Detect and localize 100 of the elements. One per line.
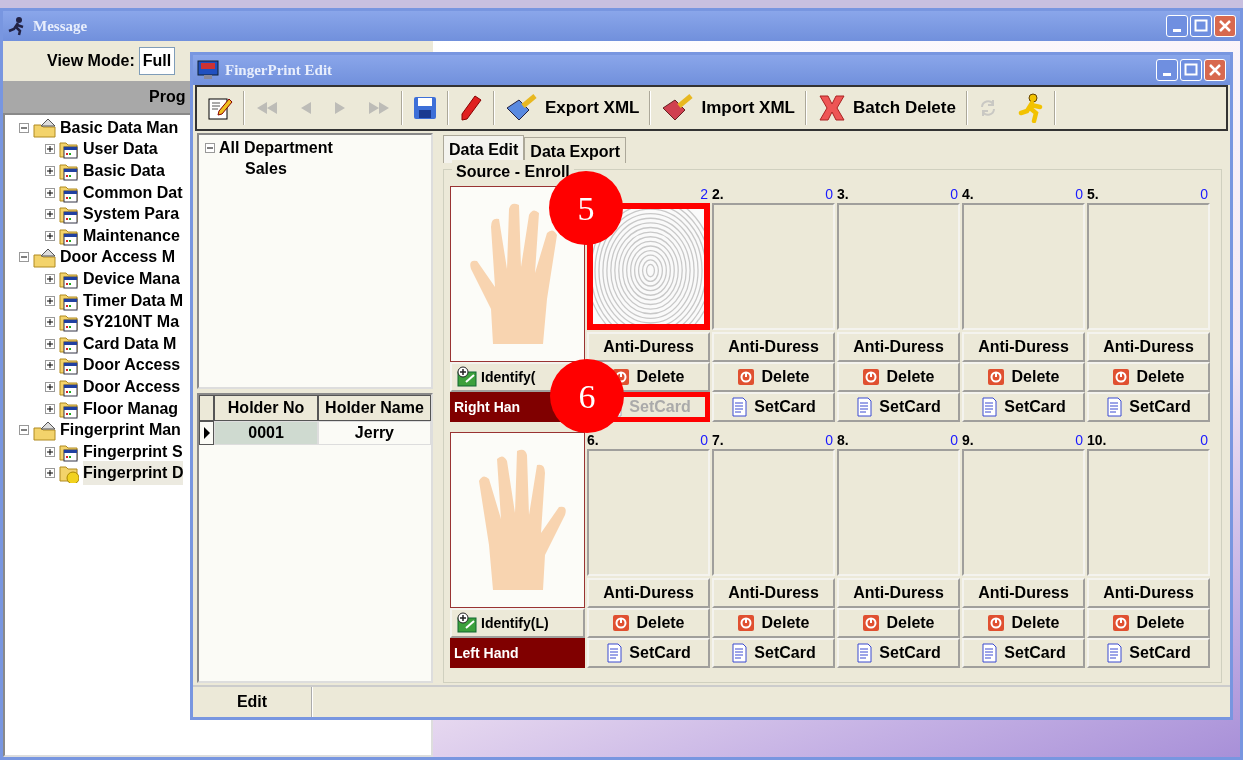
minimize-icon: [1163, 72, 1171, 76]
delete-button[interactable]: Delete: [587, 608, 710, 638]
enroll-count: 0: [825, 432, 833, 449]
anti-duress-button[interactable]: Anti-Duress: [587, 332, 710, 362]
maximize-button[interactable]: [1190, 15, 1212, 37]
anti-duress-button[interactable]: Anti-Duress: [1087, 578, 1210, 608]
delete-button[interactable]: Delete: [837, 362, 960, 392]
anti-duress-button[interactable]: Anti-Duress: [712, 578, 835, 608]
folder-icon: [33, 117, 56, 139]
identify-icon: [456, 366, 478, 388]
anti-duress-button[interactable]: Anti-Duress: [962, 578, 1085, 608]
expand-icon[interactable]: [45, 295, 55, 306]
expand-icon[interactable]: [45, 403, 55, 414]
enroll-count: 0: [1075, 432, 1083, 449]
collapse-icon[interactable]: [19, 122, 29, 133]
tab[interactable]: Data Edit: [443, 135, 525, 163]
tree-item[interactable]: Basic Data: [83, 159, 165, 183]
expand-icon[interactable]: [45, 209, 55, 220]
tab[interactable]: Data Export: [524, 137, 627, 163]
setcard-button[interactable]: SetCard: [587, 638, 710, 668]
expand-icon[interactable]: [45, 230, 55, 241]
collapse-icon[interactable]: [205, 142, 215, 153]
toolbar-button[interactable]: Export XML: [495, 87, 650, 129]
toolbar-button[interactable]: Import XML: [651, 87, 805, 129]
tree-item[interactable]: Basic Data Man: [60, 115, 179, 140]
field-label: View Mode:: [47, 51, 135, 71]
folder-icon: [59, 139, 79, 160]
anti-duress-button[interactable]: Anti-Duress: [1087, 332, 1210, 362]
setcard-button[interactable]: SetCard: [837, 392, 960, 422]
monitor-icon: [197, 60, 219, 80]
setcard-button[interactable]: SetCard: [1087, 392, 1210, 422]
delete-button[interactable]: Delete: [962, 608, 1085, 638]
anti-duress-button[interactable]: Anti-Duress: [837, 578, 960, 608]
tree-item[interactable]: User Data: [83, 137, 158, 162]
delete-button[interactable]: Delete: [962, 362, 1085, 392]
delete-button[interactable]: Delete: [1087, 608, 1210, 638]
card-icon: [981, 397, 999, 417]
finger-number: 9.: [962, 432, 974, 449]
card-icon: [1106, 397, 1124, 417]
view-mode-field[interactable]: Full: [138, 47, 176, 75]
delete-icon: [737, 614, 756, 632]
expand-icon[interactable]: [45, 338, 55, 349]
hand-label-text: Left Hand: [454, 643, 519, 663]
column-header[interactable]: Holder No: [214, 395, 318, 421]
close-icon: [1217, 18, 1233, 34]
setcard-button[interactable]: SetCard: [712, 638, 835, 668]
enroll-count: 0: [950, 186, 958, 203]
expand-icon[interactable]: [45, 468, 55, 479]
expand-icon[interactable]: [45, 166, 55, 176]
card-icon: [1106, 643, 1124, 663]
window-title: Message: [33, 16, 88, 36]
setcard-button[interactable]: SetCard: [962, 392, 1085, 422]
close-button[interactable]: [1204, 59, 1226, 81]
expand-icon[interactable]: [45, 187, 55, 198]
delete-icon: [862, 614, 881, 632]
tree-item[interactable]: Floor Manag: [83, 396, 179, 421]
table-cell: Jerry: [317, 421, 431, 445]
column-header[interactable]: Holder Name: [317, 395, 431, 421]
expand-icon[interactable]: [45, 360, 55, 371]
expand-icon[interactable]: [45, 317, 55, 328]
card-icon: [856, 643, 874, 663]
setcard-button[interactable]: SetCard: [1087, 638, 1210, 668]
expand-icon[interactable]: [45, 381, 55, 392]
table-cell: 0001: [214, 421, 318, 445]
collapse-icon[interactable]: [19, 252, 29, 263]
setcard-button[interactable]: SetCard: [712, 392, 835, 422]
tree-item[interactable]: Common Dat: [83, 180, 183, 205]
maximize-button[interactable]: [1180, 59, 1202, 81]
tree-item[interactable]: Fingerprint D: [83, 461, 184, 486]
tree-item[interactable]: All Department: [219, 135, 333, 160]
minimize-button[interactable]: [1156, 59, 1178, 81]
expand-icon[interactable]: [45, 446, 55, 457]
delete-icon: [1112, 368, 1131, 386]
setcard-button[interactable]: SetCard: [837, 638, 960, 668]
close-button[interactable]: [1214, 15, 1236, 37]
anti-duress-button[interactable]: Anti-Duress: [837, 332, 960, 362]
close-icon: [1207, 62, 1223, 78]
anti-duress-button[interactable]: Anti-Duress: [587, 578, 710, 608]
delete-button[interactable]: Delete: [712, 608, 835, 638]
previous-icon: [299, 101, 313, 115]
rewind-icon: [255, 101, 279, 115]
anti-duress-button[interactable]: Anti-Duress: [962, 332, 1085, 362]
finger-number: 3.: [837, 186, 849, 203]
folder-icon: [59, 463, 79, 484]
delete-button[interactable]: Delete: [1087, 362, 1210, 392]
expand-icon[interactable]: [45, 144, 55, 155]
tree-item[interactable]: Timer Data M: [83, 288, 184, 313]
identify-button[interactable]: Identify(L): [450, 608, 585, 638]
anti-duress-button[interactable]: Anti-Duress: [712, 332, 835, 362]
expand-icon[interactable]: [45, 273, 55, 284]
toolbar-button[interactable]: Batch Delete: [806, 87, 966, 129]
collapse-icon[interactable]: [19, 425, 29, 436]
minimize-button[interactable]: [1166, 15, 1188, 37]
setcard-button[interactable]: SetCard: [962, 638, 1085, 668]
tree-item[interactable]: Sales: [245, 157, 287, 182]
enroll-count: 0: [1200, 432, 1208, 449]
card-icon: [856, 397, 874, 417]
play-icon: [333, 101, 347, 115]
delete-button[interactable]: Delete: [712, 362, 835, 392]
delete-button[interactable]: Delete: [837, 608, 960, 638]
